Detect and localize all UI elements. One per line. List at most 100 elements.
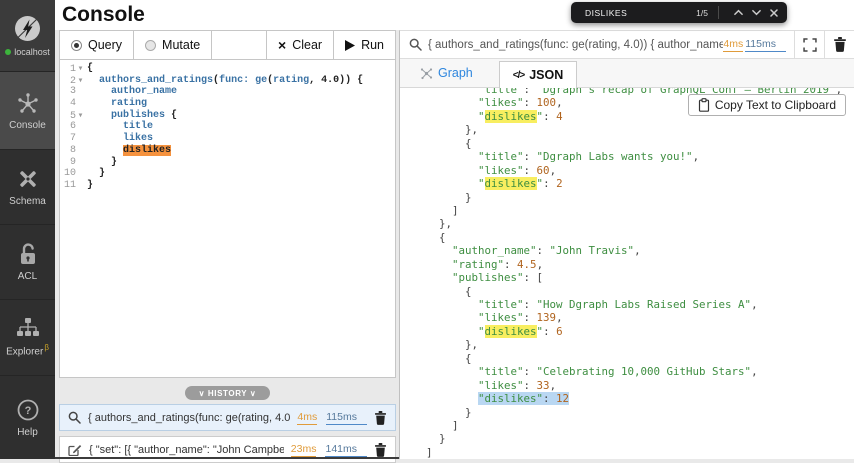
json-line: ] — [426, 203, 459, 217]
json-line: }, — [426, 123, 479, 137]
json-line: } — [426, 432, 446, 446]
json-line: } — [426, 190, 472, 204]
json-line: "publishes": [ — [452, 271, 544, 285]
schema-tools-icon — [16, 167, 40, 191]
sidebar-item-label: Explorerβ — [6, 343, 49, 358]
total-latency-link[interactable]: 115ms — [326, 411, 367, 425]
code-editor[interactable]: 1 ▾ 2 ▾ 3 4 5 ▾ 6 7 8 9 10 11 { authors_and_ratings(f… — [60, 60, 395, 377]
find-next-button[interactable] — [747, 2, 765, 23]
find-close-button[interactable] — [765, 2, 783, 23]
json-line: ] — [426, 418, 459, 432]
gutter-row: 4 — [69, 98, 76, 110]
clear-x-icon: × — [278, 37, 287, 53]
sidebar-item-label: Help — [17, 426, 38, 438]
code-line: } — [87, 156, 118, 168]
clear-label: Clear — [292, 38, 323, 52]
gutter-row: 3 — [69, 86, 76, 98]
sidebar-item-console[interactable]: Console — [0, 72, 55, 150]
json-line: "likes": 33, — [478, 378, 557, 392]
sidebar-item-label: ACL — [17, 270, 38, 282]
dgraph-logo-icon — [14, 15, 41, 42]
json-line: { — [426, 351, 472, 365]
total-latency-link[interactable]: 115ms — [745, 38, 786, 52]
search-icon — [400, 31, 428, 58]
search-icon — [68, 411, 81, 424]
latency-group: 4ms 115ms — [723, 31, 794, 58]
tab-json[interactable]: </> JSON — [498, 61, 578, 88]
json-line: { — [426, 284, 472, 298]
json-line: "dislikes": 12 — [478, 392, 570, 406]
json-result-view[interactable]: "title": "Dgraph's recap of GraphQL Conf… — [400, 88, 854, 459]
find-previous-button[interactable] — [729, 2, 747, 23]
gutter-fold-row[interactable]: 5 ▾ — [60, 110, 87, 122]
sidebar: localhost Console Schema ACL Explorerβ ?… — [0, 0, 55, 459]
fold-triangle-icon[interactable]: ▾ — [76, 110, 85, 122]
page-title: Console — [62, 3, 145, 26]
json-line: "likes": 60, — [478, 163, 557, 177]
sidebar-item-schema[interactable]: Schema — [0, 150, 55, 225]
query-mode-radio[interactable]: Query — [60, 31, 135, 59]
server-latency-link[interactable]: 4ms — [297, 411, 318, 425]
json-line: "author_name": "John Travis", — [452, 244, 641, 258]
fold-triangle-icon[interactable]: ▾ — [76, 75, 85, 87]
json-line: ] — [426, 445, 433, 459]
json-line: }, — [426, 217, 453, 231]
status-dot-icon — [5, 48, 12, 55]
radio-unselected-icon — [145, 39, 157, 51]
copy-button-label: Copy Text to Clipboard — [714, 98, 836, 112]
tab-graph-label: Graph — [438, 66, 473, 80]
json-line: { — [426, 136, 472, 150]
mutate-mode-radio[interactable]: Mutate — [134, 31, 213, 59]
editor-toolbar: Query Mutate × Clear Run — [60, 31, 395, 60]
gutter-row: 8 — [69, 144, 76, 156]
help-question-icon: ? — [16, 398, 40, 422]
tab-json-label: JSON — [529, 68, 564, 82]
fullscreen-button[interactable] — [794, 31, 824, 58]
gutter-fold-row[interactable]: 2 ▾ — [60, 75, 87, 87]
run-play-icon — [345, 39, 356, 51]
clear-button[interactable]: × Clear — [266, 31, 333, 59]
json-line: }, — [426, 338, 479, 352]
edit-icon — [68, 443, 82, 457]
tab-graph[interactable]: Graph — [410, 59, 483, 87]
history-mutation-text: { "set": [{ "author_name": "John Campbel… — [89, 443, 284, 456]
delete-history-button[interactable] — [374, 410, 387, 425]
code-line: publishes { — [111, 109, 178, 121]
sidebar-server-localhost[interactable]: localhost — [0, 0, 55, 72]
delete-history-button[interactable] — [374, 442, 387, 457]
result-query-summary: { authors_and_ratings(func: ge(rating, 4… — [428, 38, 724, 51]
json-line: "dislikes": 2 — [478, 177, 563, 191]
code-line: dislikes — [123, 144, 172, 156]
server-label: localhost — [5, 47, 50, 57]
server-latency-link[interactable]: 4ms — [723, 38, 744, 52]
server-latency-link[interactable]: 23ms — [290, 443, 317, 457]
main-area: Console Query Mutate × Clear Run 1 ▾ 2 ▾… — [55, 0, 854, 463]
query-mode-label: Query — [88, 38, 123, 52]
sidebar-item-help[interactable]: ? Help — [0, 376, 55, 459]
json-line: "likes": 139, — [478, 311, 563, 325]
json-output: "title": "Dgraph's recap of GraphQL Conf… — [400, 88, 854, 459]
history-toggle-button[interactable]: ∨ HISTORY ∨ — [185, 386, 270, 400]
explorer-sitemap-icon — [16, 317, 40, 338]
mutate-mode-label: Mutate — [162, 38, 201, 52]
sidebar-item-acl[interactable]: ACL — [0, 225, 55, 300]
find-in-page-bar[interactable]: DISLIKES 1/5 — [571, 2, 787, 23]
code-line: title — [123, 121, 154, 133]
run-button[interactable]: Run — [333, 31, 395, 59]
result-query-bar[interactable]: { authors_and_ratings(func: ge(rating, 4… — [400, 31, 854, 59]
total-latency-link[interactable]: 141ms — [325, 443, 367, 457]
history-row-query[interactable]: { authors_and_ratings(func: ge(rating, 4… — [59, 404, 396, 431]
delete-result-button[interactable] — [824, 31, 854, 58]
json-line: "rating": 4.5, — [452, 257, 544, 271]
json-line: } — [426, 405, 472, 419]
gutter-fold-row[interactable]: 1 ▾ — [60, 63, 87, 75]
svg-text:?: ? — [24, 405, 31, 417]
sidebar-item-explorer[interactable]: Explorerβ — [0, 300, 55, 376]
code-brackets-icon: </> — [512, 69, 526, 81]
sidebar-item-label: Console — [9, 119, 46, 131]
fold-triangle-icon[interactable]: ▾ — [76, 63, 85, 75]
copy-to-clipboard-button[interactable]: Copy Text to Clipboard — [687, 94, 846, 116]
json-line: "dislikes": 6 — [478, 324, 563, 338]
code-line: likes — [123, 133, 154, 145]
code-line: { — [87, 63, 94, 74]
